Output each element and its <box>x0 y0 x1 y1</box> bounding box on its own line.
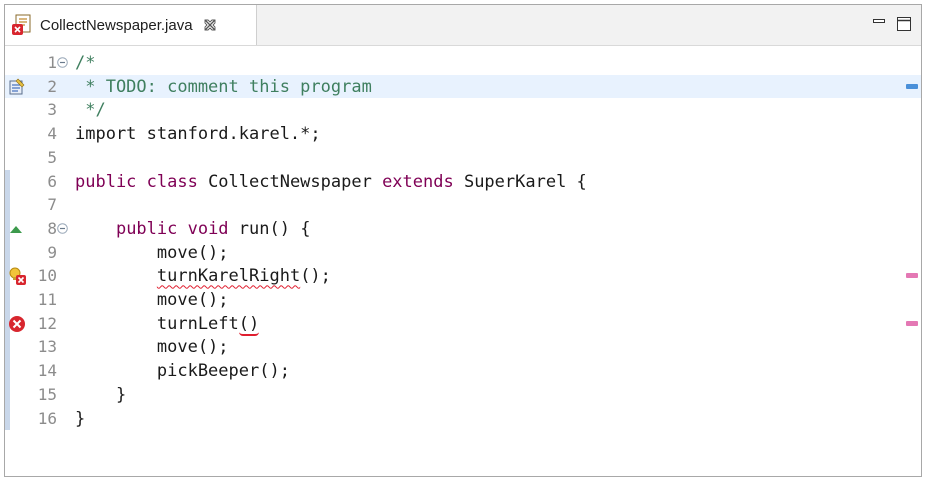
code-token: run() { <box>238 218 311 239</box>
line-number: 1 <box>47 53 57 72</box>
line-number: 9 <box>47 242 57 262</box>
code-token: /* <box>75 53 96 73</box>
code-token: pickBeeper(); <box>75 361 290 382</box>
override-icon[interactable] <box>8 220 26 238</box>
code-token: move(); <box>75 290 229 310</box>
tab-bar: CollectNewspaper.java <box>5 5 921 46</box>
code-token: SuperKarel { <box>463 171 587 192</box>
line-number: 13 <box>37 337 57 357</box>
quickfix-error-icon[interactable] <box>8 267 26 286</box>
code-line[interactable]: 15 } <box>5 383 921 406</box>
code-line[interactable]: 16} <box>5 407 921 430</box>
line-number: 6 <box>47 171 57 191</box>
fold-toggle-icon[interactable] <box>57 57 68 68</box>
minimize-icon[interactable] <box>873 17 885 27</box>
error-icon[interactable] <box>8 315 26 333</box>
code-text: */ <box>75 99 106 121</box>
code-text: pickBeeper(); <box>75 360 290 382</box>
code-line[interactable]: 1 /* <box>5 51 921 74</box>
line-number: 3 <box>47 100 57 120</box>
maximize-icon[interactable] <box>897 17 911 31</box>
code-text: public void run() { <box>75 218 310 240</box>
code-token: public class <box>75 171 209 192</box>
fold-toggle-icon[interactable] <box>57 223 68 234</box>
java-file-error-icon <box>12 14 31 35</box>
line-number: 16 <box>37 408 57 428</box>
code-token: () <box>238 313 260 336</box>
code-token: import stanford.karel.*; <box>75 124 321 145</box>
code-token: (); <box>300 266 331 287</box>
code-token: */ <box>75 100 106 121</box>
code-line[interactable]: 6 public class CollectNewspaper extends S… <box>5 170 921 193</box>
code-text: import stanford.karel.*; <box>75 123 321 145</box>
line-number: 4 <box>47 124 57 144</box>
line-number: 11 <box>37 290 57 309</box>
editor-window: CollectNewspaper.java 1 /* 2 * TODO: comme… <box>4 4 922 477</box>
tab-title: CollectNewspaper.java <box>40 16 193 34</box>
code-line[interactable]: 3 */ <box>5 98 921 121</box>
code-token: move(); <box>75 242 229 263</box>
close-icon[interactable] <box>203 18 217 32</box>
code-line[interactable]: 12 turnLeft() <box>5 312 921 336</box>
code-text: /* <box>75 52 95 74</box>
line-number: 15 <box>37 384 57 404</box>
code-line[interactable]: 9 move(); <box>5 241 921 264</box>
code-text: * TODO: comment this program <box>75 76 372 98</box>
line-number: 7 <box>47 195 57 215</box>
code-token: CollectNewspaper <box>208 171 383 192</box>
code-token: * TODO: comment this program <box>75 76 372 97</box>
code-line[interactable]: 4 import stanford.karel.*; <box>5 122 921 145</box>
overview-task-marker[interactable] <box>906 83 918 89</box>
code-token: move(); <box>75 337 229 358</box>
code-line[interactable]: 11 move(); <box>5 288 921 311</box>
code-text: turnKarelRight(); <box>75 265 331 287</box>
code-line[interactable]: 2 * TODO: comment this program <box>5 74 921 98</box>
code-text: move(); <box>75 242 229 264</box>
tab-collectnewspaper[interactable]: CollectNewspaper.java <box>5 5 257 45</box>
code-token: public void <box>115 218 239 239</box>
code-line[interactable]: 8 public void run() { <box>5 217 921 240</box>
code-line[interactable]: 7 <box>5 193 921 216</box>
code-text: } <box>75 384 126 406</box>
overview-error-marker[interactable] <box>906 273 918 279</box>
code-text: move(); <box>75 336 229 358</box>
code-token: extends <box>382 171 464 192</box>
code-token: } <box>75 408 86 429</box>
overview-error-marker[interactable] <box>906 320 918 326</box>
line-number: 14 <box>37 361 57 381</box>
line-number: 5 <box>47 147 57 167</box>
code-token: turnLeft <box>75 313 239 334</box>
code-line[interactable]: 5 <box>5 146 921 169</box>
code-text: } <box>75 408 85 430</box>
code-text: public class CollectNewspaper extends Su… <box>75 171 587 193</box>
code-line[interactable]: 13 move(); <box>5 335 921 358</box>
code-line[interactable]: 10 turnKarelRight(); <box>5 264 921 287</box>
code-token: turnKarelRight <box>156 266 301 287</box>
code-text: move(); <box>75 289 229 311</box>
code-text: turnLeft() <box>75 313 260 336</box>
code-line[interactable]: 14 pickBeeper(); <box>5 359 921 382</box>
code-token: } <box>75 384 127 405</box>
code-editor[interactable]: 1 /* 2 * TODO: comment this program 3 */ 4 im… <box>5 45 921 476</box>
task-icon[interactable] <box>8 78 26 96</box>
